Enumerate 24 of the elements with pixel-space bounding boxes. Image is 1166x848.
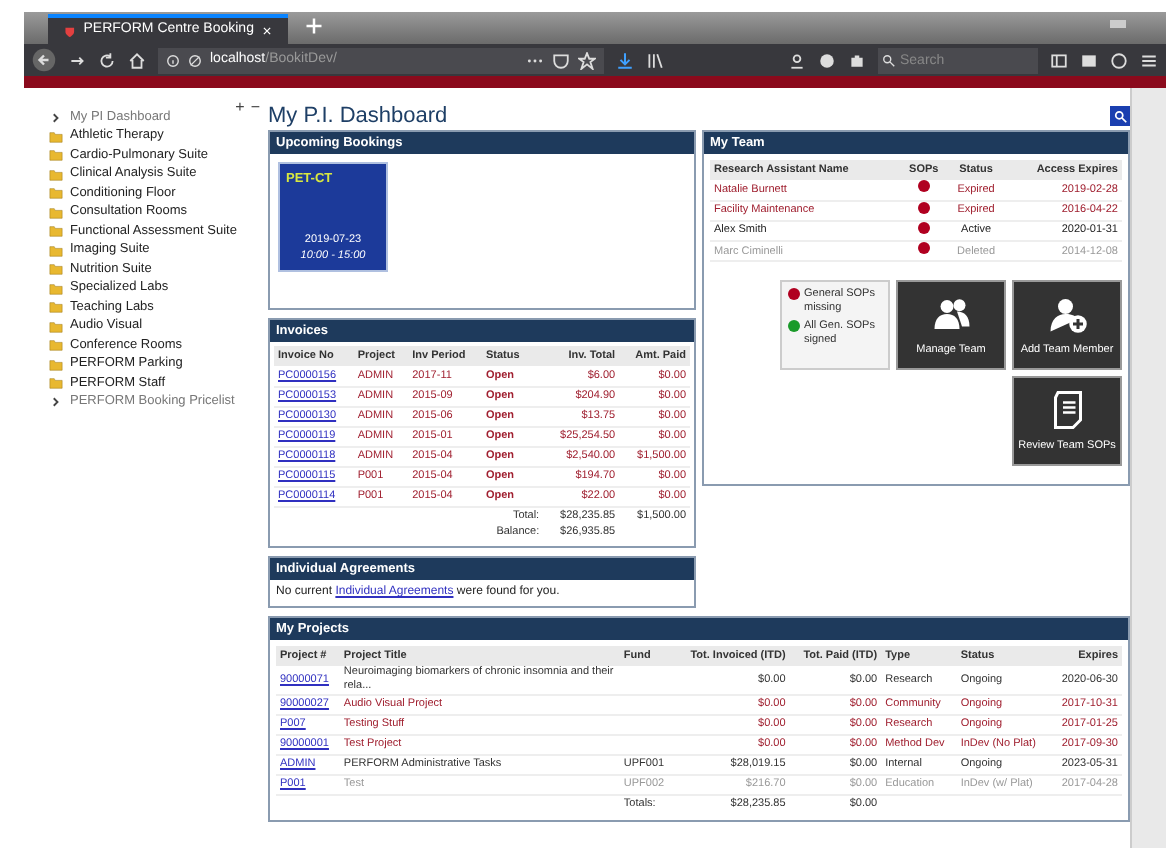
- reload-icon[interactable]: [98, 51, 116, 69]
- lock-slash-icon: [188, 53, 202, 67]
- menu-icon[interactable]: [1140, 51, 1158, 69]
- search-icon: [882, 53, 896, 67]
- close-icon[interactable]: [261, 24, 272, 38]
- page-title: My P.I. Dashboard: [268, 101, 448, 132]
- plus-icon[interactable]: [304, 16, 324, 36]
- chevron-right-icon: [50, 396, 62, 409]
- people-icon: [931, 293, 971, 334]
- home-icon[interactable]: [128, 51, 146, 69]
- account-icon[interactable]: [788, 51, 806, 69]
- forward-icon[interactable]: [68, 51, 86, 69]
- info-icon: [166, 53, 180, 67]
- add-person-icon: [1047, 293, 1087, 334]
- search-button[interactable]: [1110, 106, 1130, 126]
- sidebar-icon[interactable]: [1050, 51, 1068, 69]
- collapse-all-button[interactable]: −: [250, 96, 260, 120]
- back-icon[interactable]: [32, 48, 56, 72]
- star-icon[interactable]: [578, 51, 596, 69]
- chevron-right-icon: [50, 111, 62, 124]
- shield-icon: [64, 23, 76, 39]
- download-icon[interactable]: [616, 51, 634, 69]
- expand-all-button[interactable]: +: [235, 96, 245, 120]
- library-icon[interactable]: [646, 51, 664, 69]
